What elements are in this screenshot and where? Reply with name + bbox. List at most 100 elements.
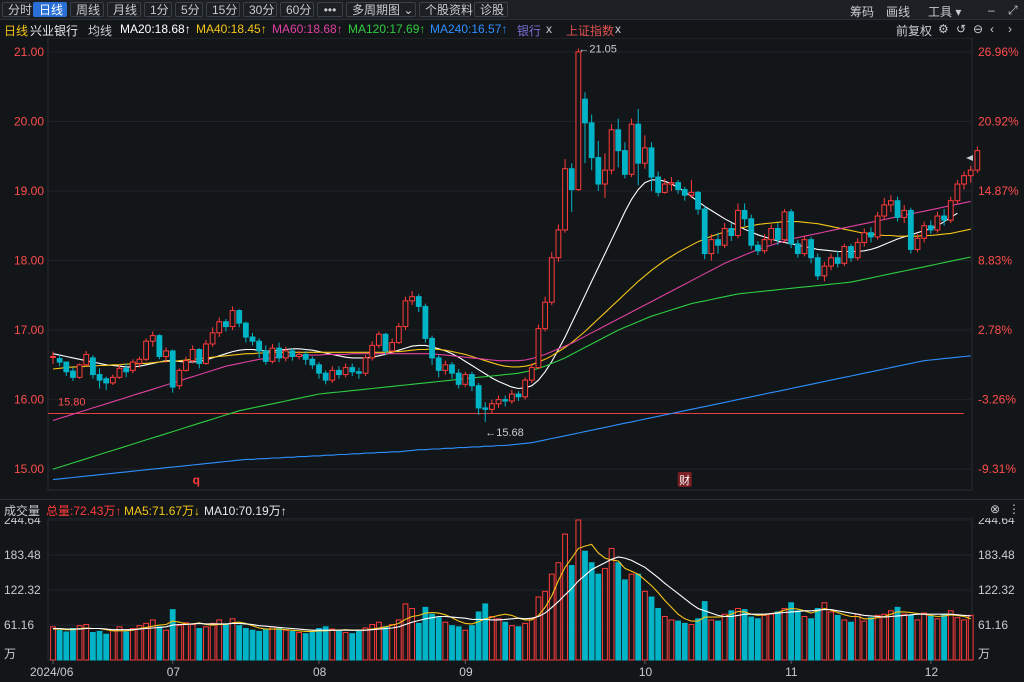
volume-ma5: MA5:71.67万↓	[124, 504, 201, 518]
candle	[482, 402, 489, 422]
candle	[395, 323, 402, 344]
volume-chart[interactable]: 244.64 244.64 183.48 183.48 122.32 122.32 61.1…	[0, 518, 1024, 682]
candle	[542, 296, 549, 332]
more-volume-icon[interactable]: ⋮	[1008, 502, 1020, 516]
candle-body	[469, 374, 475, 387]
volume-bar	[296, 632, 302, 661]
candle-body	[868, 232, 874, 238]
volume-bar	[761, 614, 768, 661]
candle-body	[781, 211, 788, 241]
volume-bar	[588, 562, 595, 661]
volume-bar	[814, 607, 821, 661]
toolbar-button-1[interactable]: 日线	[33, 2, 67, 17]
volume-bar	[482, 603, 489, 661]
volume-bar	[854, 613, 861, 661]
toolbar-button-4[interactable]: 1分	[144, 2, 172, 17]
toolbar-button-9[interactable]: •••	[317, 2, 343, 17]
draw-line-button[interactable]: 画线	[886, 3, 910, 20]
candle-body	[336, 369, 342, 376]
candle-body	[841, 246, 848, 264]
volume-bar	[329, 628, 336, 661]
candle-body	[635, 123, 642, 164]
adjust-mode[interactable]: 前复权	[896, 22, 932, 39]
candle	[369, 341, 376, 361]
toolbar-button-10[interactable]: 多周期图 ⌄	[346, 2, 416, 17]
sector-overlay-label[interactable]: 银行	[517, 22, 541, 39]
settings-icon[interactable]: ⚙	[938, 22, 949, 36]
price-chart[interactable]: 21.00 26.96% 20.00 20.92% 19.00 14.87% 18.00 8.…	[0, 38, 1024, 496]
candle-body	[176, 369, 183, 387]
candle-body	[96, 374, 103, 381]
toolbar-button-5[interactable]: 5分	[175, 2, 203, 17]
volume-tick-right: 万	[978, 647, 990, 661]
volume-bar	[262, 628, 269, 661]
candle-body	[256, 340, 263, 352]
candle-body	[236, 310, 243, 324]
volume-bar	[522, 622, 529, 661]
candle	[628, 118, 635, 178]
volume-bar	[888, 610, 894, 661]
candle	[588, 114, 595, 171]
candle-body	[462, 374, 469, 385]
candle	[189, 345, 196, 364]
candle-body	[242, 322, 249, 338]
toolbar-button-7[interactable]: 30分	[243, 2, 277, 17]
candle	[721, 222, 728, 249]
toolbar-button-2[interactable]: 周线	[70, 2, 104, 17]
tools-menu-button[interactable]: 工具 ▾	[928, 3, 961, 20]
candle-body	[801, 239, 808, 255]
candle-body	[203, 343, 209, 364]
candle-body	[482, 407, 489, 410]
volume-bar	[242, 628, 249, 661]
candle-body	[342, 367, 349, 376]
close-sector-button[interactable]: x	[546, 22, 552, 36]
toolbar-button-8[interactable]: 60分	[280, 2, 314, 17]
toolbar-button-0[interactable]: 分时	[2, 2, 32, 17]
candle	[841, 243, 848, 267]
candle-body	[608, 129, 615, 171]
volume-bar	[442, 621, 449, 661]
ma40-value: MA40:18.45↑	[196, 22, 267, 36]
candle	[276, 342, 283, 363]
toolbar-button-11[interactable]: 个股资料	[419, 2, 473, 17]
prev-icon[interactable]: ‹	[990, 22, 994, 36]
candle-body	[129, 361, 136, 371]
volume-bar	[209, 622, 216, 661]
candle-body	[854, 241, 861, 259]
candle	[449, 362, 455, 379]
y-tick-left: 20.00	[14, 114, 44, 128]
candle	[389, 338, 396, 354]
candle-body	[615, 129, 622, 152]
volume-bar	[489, 616, 495, 661]
x-tick-label: 08	[313, 665, 327, 679]
candle	[123, 363, 130, 378]
candle	[582, 92, 588, 164]
minimize-icon[interactable]: –	[988, 3, 995, 17]
close-index-button[interactable]: x	[615, 22, 621, 36]
ma-type-label[interactable]: 均线	[88, 22, 112, 39]
close-volume-icon[interactable]: ⊗	[990, 502, 1000, 516]
candle-body	[123, 367, 130, 373]
candle	[129, 359, 136, 374]
collapse-icon[interactable]: ⊖	[973, 22, 983, 36]
next-icon[interactable]: ›	[1008, 22, 1012, 36]
volume-bar	[256, 630, 263, 661]
fullscreen-icon[interactable]: ⤢	[1008, 3, 1018, 18]
toolbar-button-12[interactable]: 诊股	[474, 2, 508, 17]
candle	[422, 303, 429, 343]
index-overlay-label[interactable]: 上证指数	[566, 22, 614, 39]
x-tick-label: 2024/06	[30, 665, 74, 679]
volume-bar	[50, 626, 56, 661]
toolbar-button-3[interactable]: 月线	[107, 2, 141, 17]
toolbar-button-6[interactable]: 15分	[206, 2, 240, 17]
candle-body	[515, 393, 522, 398]
chip-distribution-button[interactable]: 筹码	[850, 3, 874, 20]
volume-bar	[282, 629, 289, 661]
y-tick-left: 16.00	[14, 393, 44, 407]
price-pointer-icon	[966, 155, 973, 161]
undo-icon[interactable]: ↺	[956, 22, 966, 36]
candle	[83, 350, 90, 367]
candle	[881, 197, 888, 221]
volume-bar	[668, 619, 675, 661]
volume-bar	[914, 619, 921, 661]
